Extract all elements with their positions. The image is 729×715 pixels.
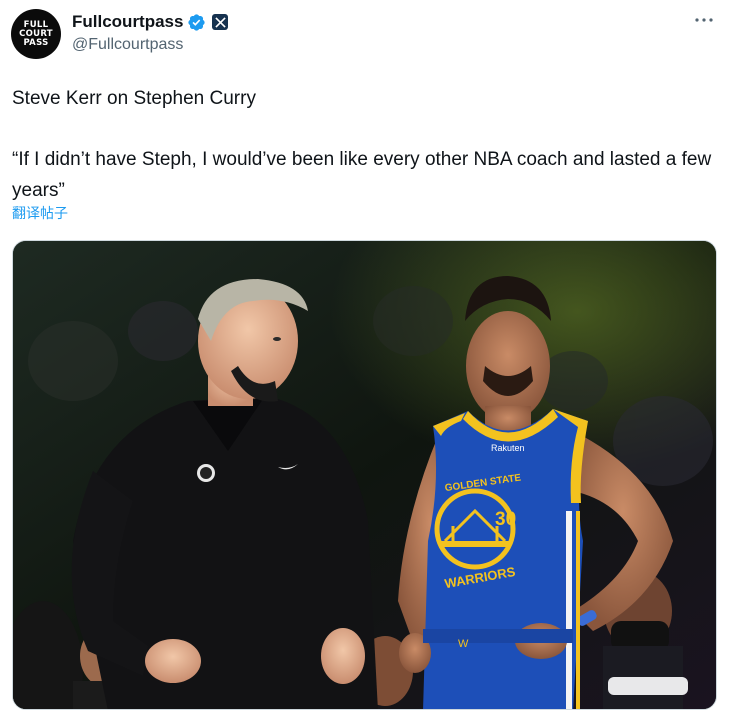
avatar[interactable]: FULL COURT PASS: [11, 9, 61, 59]
verified-badge-icon[interactable]: [187, 13, 206, 32]
avatar-logo-text: FULL COURT PASS: [19, 19, 53, 48]
tweet-quote: “If I didn’t have Steph, I would’ve been…: [12, 149, 712, 201]
display-name[interactable]: Fullcourtpass: [72, 12, 183, 32]
author-name-row: Fullcourtpass: [72, 11, 229, 33]
translate-link[interactable]: 翻译帖子: [12, 203, 68, 223]
tweet-text: Steve Kerr on Stephen Curry “If I didn’t…: [12, 83, 712, 206]
jersey-sponsor: Rakuten: [491, 443, 525, 453]
photo-illustration: 30 GOLDEN STATE WARRIORS Rakuten W: [13, 241, 716, 709]
x-logo-icon[interactable]: [212, 14, 229, 30]
more-options-icon[interactable]: [693, 10, 715, 30]
jersey-number: 30: [495, 509, 516, 530]
handle[interactable]: @Fullcourtpass: [72, 36, 183, 54]
svg-text:W: W: [458, 638, 469, 650]
tweet-line: Steve Kerr on Stephen Curry: [12, 88, 256, 109]
tweet-photo[interactable]: 30 GOLDEN STATE WARRIORS Rakuten W: [12, 240, 717, 710]
